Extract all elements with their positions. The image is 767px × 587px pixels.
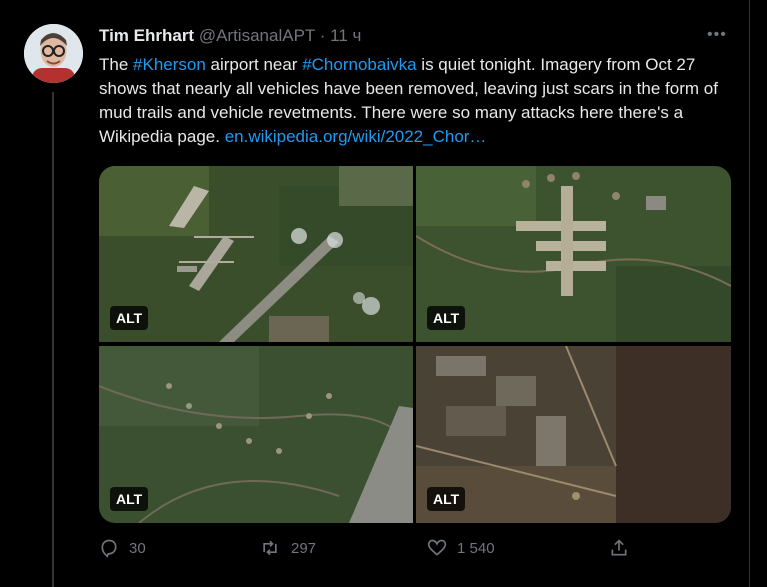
alt-badge[interactable]: ALT: [110, 487, 149, 511]
alt-badge[interactable]: ALT: [427, 487, 466, 511]
more-options-icon[interactable]: •••: [707, 26, 727, 44]
wikipedia-link[interactable]: en.wikipedia.org/wiki/2022_Chor…: [225, 127, 487, 146]
text-segment: The: [99, 55, 134, 74]
alt-badge[interactable]: ALT: [427, 306, 466, 330]
avatar[interactable]: [24, 24, 83, 83]
text-segment: airport near: [205, 55, 303, 74]
tweet-header: Tim Ehrhart @ArtisanalAPT · 11 ч: [99, 26, 361, 46]
retweet-button[interactable]: 297: [259, 538, 316, 558]
satellite-image-1[interactable]: ALT: [99, 166, 413, 342]
author-name[interactable]: Tim Ehrhart: [99, 26, 194, 45]
alt-badge[interactable]: ALT: [110, 306, 149, 330]
hashtag-link[interactable]: #Kherson: [133, 55, 206, 74]
author-handle[interactable]: @ArtisanalAPT: [199, 26, 315, 45]
like-button[interactable]: 1 540: [427, 538, 495, 558]
like-count: 1 540: [457, 539, 495, 557]
satellite-image-2[interactable]: ALT: [416, 166, 731, 342]
satellite-image-4[interactable]: ALT: [416, 346, 731, 523]
share-icon: [611, 539, 627, 556]
reply-count: 30: [129, 539, 146, 557]
separator: ·: [319, 26, 326, 45]
action-bar: 30 297 1 540: [99, 538, 639, 564]
share-button[interactable]: [609, 538, 639, 558]
timestamp[interactable]: 11 ч: [330, 26, 361, 45]
thread-line: [52, 92, 54, 587]
tweet-text: The #Kherson airport near #Chornobaivka …: [99, 53, 739, 149]
hashtag-link[interactable]: #Chornobaivka: [302, 55, 416, 74]
timeline-border: [749, 0, 750, 587]
satellite-image-3[interactable]: ALT: [99, 346, 413, 523]
media-grid: ALT ALT ALT ALT: [99, 166, 731, 523]
reply-icon: [101, 539, 117, 558]
avatar-image: [24, 24, 83, 83]
reply-button[interactable]: 30: [99, 538, 146, 558]
retweet-count: 297: [291, 539, 317, 557]
retweet-icon: [263, 540, 277, 556]
heart-icon: [427, 539, 447, 556]
